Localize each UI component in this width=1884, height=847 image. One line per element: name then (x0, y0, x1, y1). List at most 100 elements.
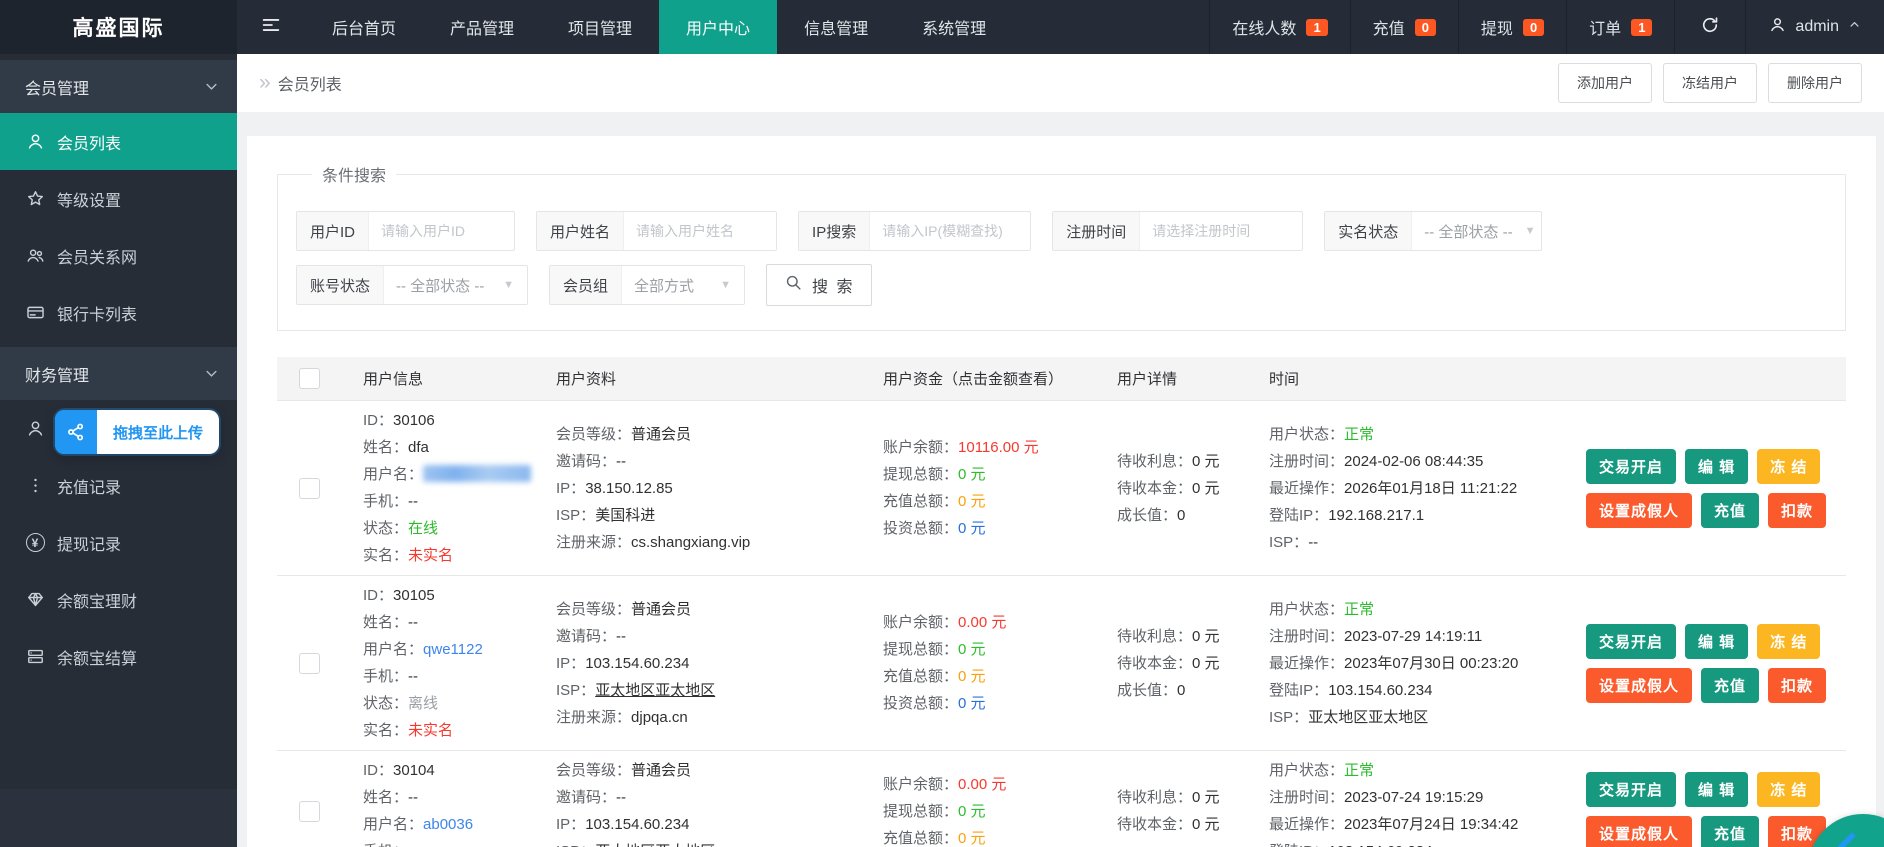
sidebar-item-2[interactable]: 会员列表 (0, 113, 237, 170)
refresh-button[interactable] (1674, 0, 1745, 54)
field-label: 待收本金： (1117, 816, 1192, 833)
field-value: 2023-07-24 19:15:29 (1344, 789, 1483, 806)
row-action-1[interactable]: 交易开启 (1586, 772, 1676, 807)
stat-label: 充值 (1373, 15, 1405, 39)
row-action-5[interactable]: 充值 (1701, 668, 1759, 703)
sidebar-item-3[interactable]: 等级设置 (0, 170, 237, 227)
field-line: 手机：-- (363, 838, 556, 847)
row-action-6[interactable]: 扣款 (1768, 493, 1826, 528)
field-label: 用户状态： (1269, 426, 1344, 443)
row-action-2[interactable]: 编 辑 (1685, 449, 1748, 484)
time-cell: 用户状态：正常注册时间：2024-02-06 08:44:35最近操作：2026… (1269, 421, 1586, 556)
field-line: 手机：-- (363, 488, 556, 515)
field-value[interactable]: 10116.00 元 (958, 439, 1039, 456)
field-value: 0 元 (1192, 453, 1220, 470)
row-action-4[interactable]: 设置成假人 (1586, 816, 1692, 847)
chevron-down-icon (202, 364, 221, 383)
nav-stat-2[interactable]: 充值0 (1350, 0, 1458, 54)
user-detail-cell: 待收利息：0 元待收本金：0 元成长值：0 (1117, 448, 1269, 529)
row-checkbox[interactable] (299, 801, 320, 822)
row-action-5[interactable]: 充值 (1701, 493, 1759, 528)
row-action-3[interactable]: 冻 结 (1757, 449, 1820, 484)
field-line: 用户名： (363, 461, 556, 488)
field-value[interactable]: 0 元 (958, 830, 986, 847)
field-value[interactable]: 0 元 (958, 493, 986, 510)
page-action-2[interactable]: 冻结用户 (1663, 63, 1757, 103)
user-name: admin (1795, 18, 1839, 36)
field-label: 提现总额： (883, 803, 958, 820)
sidebar-item-4[interactable]: 会员关系网 (0, 227, 237, 284)
row-action-1[interactable]: 交易开启 (1586, 449, 1676, 484)
row-action-3[interactable]: 冻 结 (1757, 772, 1820, 807)
field-line: ISP：美国科进 (556, 502, 883, 529)
search-input-1[interactable] (369, 212, 514, 250)
row-action-2[interactable]: 编 辑 (1685, 624, 1748, 659)
row-action-1[interactable]: 交易开启 (1586, 624, 1676, 659)
page-action-1[interactable]: 添加用户 (1558, 63, 1652, 103)
row-action-6[interactable]: 扣款 (1768, 668, 1826, 703)
row-checkbox[interactable] (299, 478, 320, 499)
search-select-5[interactable]: -- 全部状态 -- (1412, 212, 1524, 250)
sidebar-header-1[interactable]: 会员管理 (0, 60, 237, 113)
field-label: ID： (363, 762, 393, 779)
field-line: 成长值：0 (1117, 677, 1269, 704)
username-link[interactable]: ab0036 (423, 816, 473, 833)
field-value[interactable]: 0 元 (958, 668, 986, 685)
row-action-4[interactable]: 设置成假人 (1586, 493, 1692, 528)
search-select-7[interactable]: 全部方式 (622, 266, 720, 304)
field-value: -- (616, 789, 626, 806)
field-label: ISP： (556, 507, 595, 524)
sidebar-header-6[interactable]: 财务管理 (0, 347, 237, 400)
field-value[interactable]: 0.00 元 (958, 614, 1006, 631)
row-action-3[interactable]: 冻 结 (1757, 624, 1820, 659)
search-input-4[interactable] (1140, 212, 1302, 250)
sidebar-toggle-button[interactable] (237, 0, 305, 54)
field-value: 0 元 (1192, 628, 1220, 645)
nav-item-4[interactable]: 用户中心 (659, 0, 777, 54)
field-line: 邀请码：-- (556, 784, 883, 811)
nav-item-6[interactable]: 系统管理 (895, 0, 1013, 54)
search-input-2[interactable] (624, 212, 776, 250)
field-label: 待收利息： (1117, 789, 1192, 806)
field-line: 充值总额：0 元 (883, 488, 1117, 515)
nav-item-2[interactable]: 产品管理 (423, 0, 541, 54)
column-header-5: 时间 (1269, 368, 1586, 389)
nav-stat-1[interactable]: 在线人数1 (1209, 0, 1349, 54)
row-action-2[interactable]: 编 辑 (1685, 772, 1748, 807)
sidebar-item-8[interactable]: 充值记录 (0, 457, 237, 514)
search-button[interactable]: 搜 索 (766, 264, 872, 306)
nav-item-5[interactable]: 信息管理 (777, 0, 895, 54)
row-action-5[interactable]: 充值 (1701, 816, 1759, 847)
field-value[interactable]: 0 元 (958, 641, 986, 658)
nav-item-1[interactable]: 后台首页 (305, 0, 423, 54)
user-funds-cell: 账户余额：10116.00 元提现总额：0 元充值总额：0 元投资总额：0 元 (883, 434, 1117, 542)
nav-menu: 后台首页产品管理项目管理用户中心信息管理系统管理 (305, 0, 1013, 54)
user-menu[interactable]: admin (1745, 0, 1884, 54)
field-value[interactable]: 0 元 (958, 695, 986, 712)
nav-item-3[interactable]: 项目管理 (541, 0, 659, 54)
search-select-6[interactable]: -- 全部状态 -- (384, 266, 503, 304)
field-value[interactable]: 0 元 (958, 466, 986, 483)
row-checkbox[interactable] (299, 653, 320, 674)
row-action-4[interactable]: 设置成假人 (1586, 668, 1692, 703)
field-line: 充值总额：0 元 (883, 663, 1117, 690)
username-link[interactable]: qwe1122 (423, 641, 483, 658)
sidebar-item-5[interactable]: 银行卡列表 (0, 284, 237, 341)
field-value[interactable]: 0.00 元 (958, 776, 1006, 793)
nav-stat-3[interactable]: 提现0 (1458, 0, 1566, 54)
field-label: ISP： (556, 682, 595, 699)
field-value: 2023-07-29 14:19:11 (1344, 628, 1482, 645)
field-value[interactable]: 0 元 (958, 803, 986, 820)
field-line: 实名：未实名 (363, 542, 556, 569)
sidebar-item-10[interactable]: 余额宝理财 (0, 571, 237, 628)
search-input-3[interactable] (870, 212, 1030, 250)
select-all-checkbox[interactable] (299, 368, 320, 389)
field-label: 最近操作： (1269, 480, 1344, 497)
table-row-3: ID：30104姓名：--用户名：ab0036手机：--会员等级：普通会员邀请码… (277, 751, 1846, 847)
page-action-3[interactable]: 删除用户 (1768, 63, 1862, 103)
sidebar-item-9[interactable]: ¥提现记录 (0, 514, 237, 571)
nav-stat-4[interactable]: 订单1 (1566, 0, 1674, 54)
field-value: 2024-02-06 08:44:35 (1344, 453, 1483, 470)
sidebar-item-11[interactable]: 余额宝结算 (0, 628, 237, 685)
field-value[interactable]: 0 元 (958, 520, 986, 537)
